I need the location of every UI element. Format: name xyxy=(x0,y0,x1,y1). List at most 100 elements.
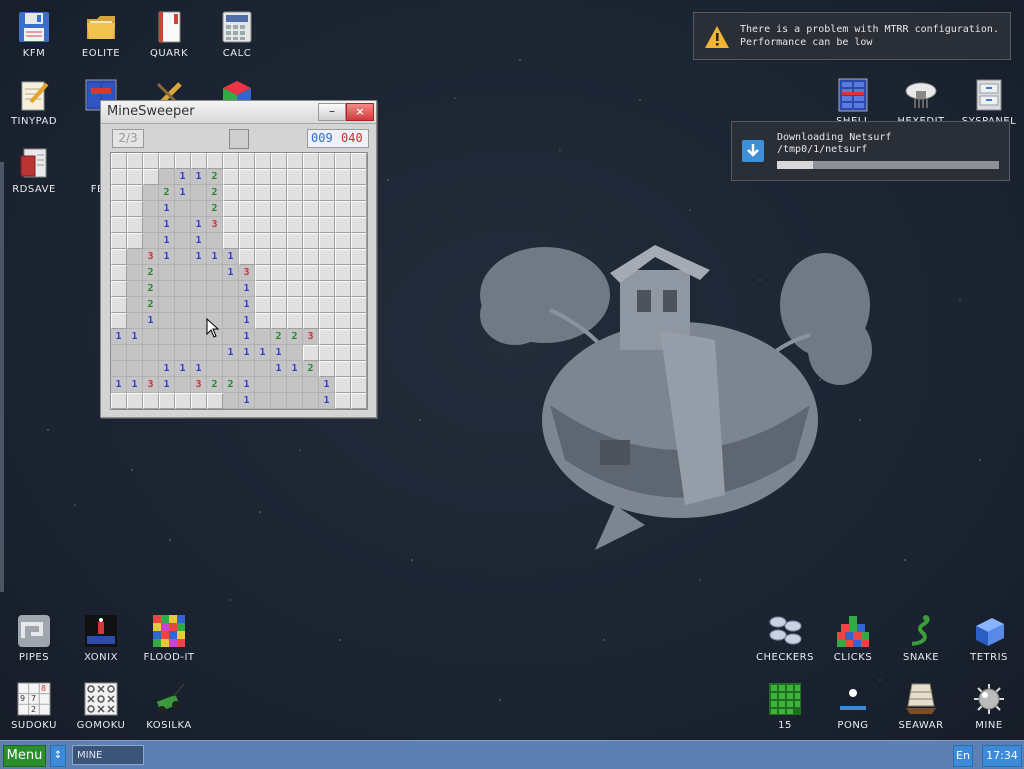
mine-cell-closed[interactable] xyxy=(175,153,191,169)
mine-cell-closed[interactable] xyxy=(335,329,351,345)
mine-cell-closed[interactable] xyxy=(127,169,143,185)
mine-cell-open[interactable] xyxy=(303,377,319,393)
mine-cell-open[interactable] xyxy=(143,361,159,377)
mine-cell-closed[interactable] xyxy=(143,153,159,169)
mine-cell-open[interactable] xyxy=(175,345,191,361)
mine-cell-open[interactable]: 2 xyxy=(207,201,223,217)
mine-cell-closed[interactable] xyxy=(303,217,319,233)
mine-cell-closed[interactable] xyxy=(239,169,255,185)
mine-cell-closed[interactable] xyxy=(303,233,319,249)
mine-cell-open[interactable] xyxy=(207,265,223,281)
mine-cell-closed[interactable] xyxy=(127,201,143,217)
mine-cell-open[interactable]: 1 xyxy=(319,393,335,409)
task-switch-arrows-button[interactable]: ↕ xyxy=(50,745,66,767)
mine-cell-closed[interactable] xyxy=(319,201,335,217)
mine-cell-open[interactable] xyxy=(207,233,223,249)
mine-cell-closed[interactable] xyxy=(111,153,127,169)
fifteen-desktop-icon[interactable]: 15 xyxy=(751,682,819,731)
mine-cell-open[interactable] xyxy=(111,361,127,377)
kosilka-desktop-icon[interactable]: KOSILKA xyxy=(135,682,203,731)
keyboard-language-indicator[interactable]: En xyxy=(953,745,973,767)
mine-cell-open[interactable]: 2 xyxy=(207,169,223,185)
checkers-desktop-icon[interactable]: CHECKERS xyxy=(751,614,819,663)
mine-cell-open[interactable] xyxy=(191,313,207,329)
mine-cell-closed[interactable] xyxy=(335,313,351,329)
mine-cell-open[interactable] xyxy=(207,361,223,377)
mine-cell-open[interactable]: 3 xyxy=(207,217,223,233)
close-button[interactable]: × xyxy=(346,103,374,121)
mine-cell-closed[interactable] xyxy=(303,153,319,169)
mine-cell-closed[interactable] xyxy=(335,345,351,361)
mine-cell-open[interactable] xyxy=(303,393,319,409)
quark-desktop-icon[interactable]: QUARK xyxy=(135,10,203,59)
mine-cell-closed[interactable] xyxy=(351,185,367,201)
mine-cell-open[interactable]: 1 xyxy=(191,249,207,265)
clicks-desktop-icon[interactable]: CLICKS xyxy=(819,614,887,663)
mine-cell-closed[interactable] xyxy=(127,393,143,409)
mine-cell-closed[interactable] xyxy=(351,297,367,313)
mine-cell-open[interactable]: 1 xyxy=(175,169,191,185)
snake-desktop-icon[interactable]: SNAKE xyxy=(887,614,955,663)
mine-cell-open[interactable]: 1 xyxy=(239,377,255,393)
rdsave-desktop-icon[interactable]: RDSAVE xyxy=(0,146,68,195)
pong-desktop-icon[interactable]: PONG xyxy=(819,682,887,731)
mine-cell-open[interactable] xyxy=(191,297,207,313)
mine-cell-open[interactable]: 1 xyxy=(191,361,207,377)
mine-cell-closed[interactable] xyxy=(239,185,255,201)
mine-cell-open[interactable] xyxy=(255,377,271,393)
minimize-button[interactable]: – xyxy=(318,103,346,121)
mine-cell-closed[interactable] xyxy=(351,281,367,297)
mine-cell-closed[interactable] xyxy=(319,169,335,185)
xonix-desktop-icon[interactable]: XONIX xyxy=(67,614,135,663)
mine-cell-closed[interactable] xyxy=(255,265,271,281)
level-indicator[interactable]: 2/3 xyxy=(112,129,144,148)
minesweeper-titlebar[interactable]: MineSweeper – × xyxy=(101,101,376,124)
download-notification[interactable]: Downloading Netsurf /tmp0/1/netsurf xyxy=(731,121,1010,181)
tinypad-desktop-icon[interactable]: TINYPAD xyxy=(0,78,68,127)
new-game-button[interactable] xyxy=(229,129,249,149)
mine-cell-closed[interactable] xyxy=(287,281,303,297)
mine-cell-closed[interactable] xyxy=(287,185,303,201)
mine-cell-closed[interactable] xyxy=(271,201,287,217)
mine-cell-closed[interactable] xyxy=(223,185,239,201)
mine-cell-open[interactable] xyxy=(287,345,303,361)
mine-cell-closed[interactable] xyxy=(111,297,127,313)
mine-cell-open[interactable]: 1 xyxy=(239,313,255,329)
mine-cell-open[interactable]: 1 xyxy=(127,329,143,345)
mine-cell-closed[interactable] xyxy=(239,249,255,265)
mine-cell-open[interactable]: 1 xyxy=(143,313,159,329)
mine-cell-open[interactable] xyxy=(191,281,207,297)
mine-cell-closed[interactable] xyxy=(111,217,127,233)
mine-cell-closed[interactable] xyxy=(111,185,127,201)
mine-cell-open[interactable]: 1 xyxy=(175,185,191,201)
mine-cell-open[interactable] xyxy=(175,313,191,329)
mine-cell-open[interactable] xyxy=(143,201,159,217)
mine-cell-open[interactable] xyxy=(255,361,271,377)
mine-cell-open[interactable] xyxy=(143,217,159,233)
gomoku-desktop-icon[interactable]: GOMOKU xyxy=(67,682,135,731)
mine-cell-closed[interactable] xyxy=(351,377,367,393)
shell-desktop-icon[interactable]: SHELL xyxy=(819,78,887,127)
mine-cell-open[interactable] xyxy=(175,297,191,313)
mine-cell-closed[interactable] xyxy=(271,249,287,265)
mine-cell-closed[interactable] xyxy=(351,361,367,377)
mine-cell-closed[interactable] xyxy=(303,265,319,281)
mine-cell-open[interactable]: 1 xyxy=(175,361,191,377)
mine-cell-open[interactable] xyxy=(159,329,175,345)
mine-cell-closed[interactable] xyxy=(335,249,351,265)
mine-cell-open[interactable]: 1 xyxy=(223,265,239,281)
mine-cell-closed[interactable] xyxy=(255,233,271,249)
mine-cell-open[interactable]: 1 xyxy=(271,345,287,361)
mine-cell-closed[interactable] xyxy=(351,249,367,265)
sudoku-desktop-icon[interactable]: 8 97 2 SUDOKU xyxy=(0,682,68,731)
mine-cell-open[interactable] xyxy=(175,281,191,297)
mine-cell-closed[interactable] xyxy=(335,377,351,393)
mine-cell-closed[interactable] xyxy=(287,217,303,233)
mine-cell-open[interactable] xyxy=(207,345,223,361)
mine-cell-closed[interactable] xyxy=(335,265,351,281)
mine-cell-closed[interactable] xyxy=(271,281,287,297)
mine-cell-open[interactable] xyxy=(255,329,271,345)
mine-cell-open[interactable]: 1 xyxy=(255,345,271,361)
mine-cell-closed[interactable] xyxy=(335,153,351,169)
mine-cell-closed[interactable] xyxy=(319,297,335,313)
